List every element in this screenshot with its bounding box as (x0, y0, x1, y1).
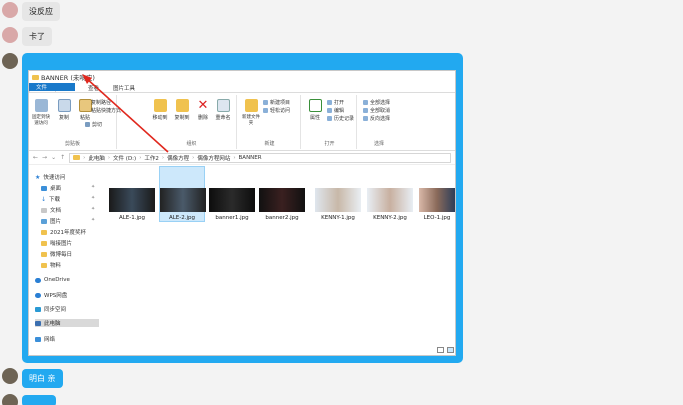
annotation-arrow (82, 74, 169, 153)
message-bubble (22, 395, 56, 405)
chat-window: 没反应 卡了 BANNER (未响应) 文件 主页 共享 查看 图片工具 固定到… (0, 0, 683, 405)
avatar[interactable] (2, 368, 18, 384)
avatar[interactable] (2, 394, 18, 405)
message-bubble: 明白 亲 (22, 369, 63, 388)
